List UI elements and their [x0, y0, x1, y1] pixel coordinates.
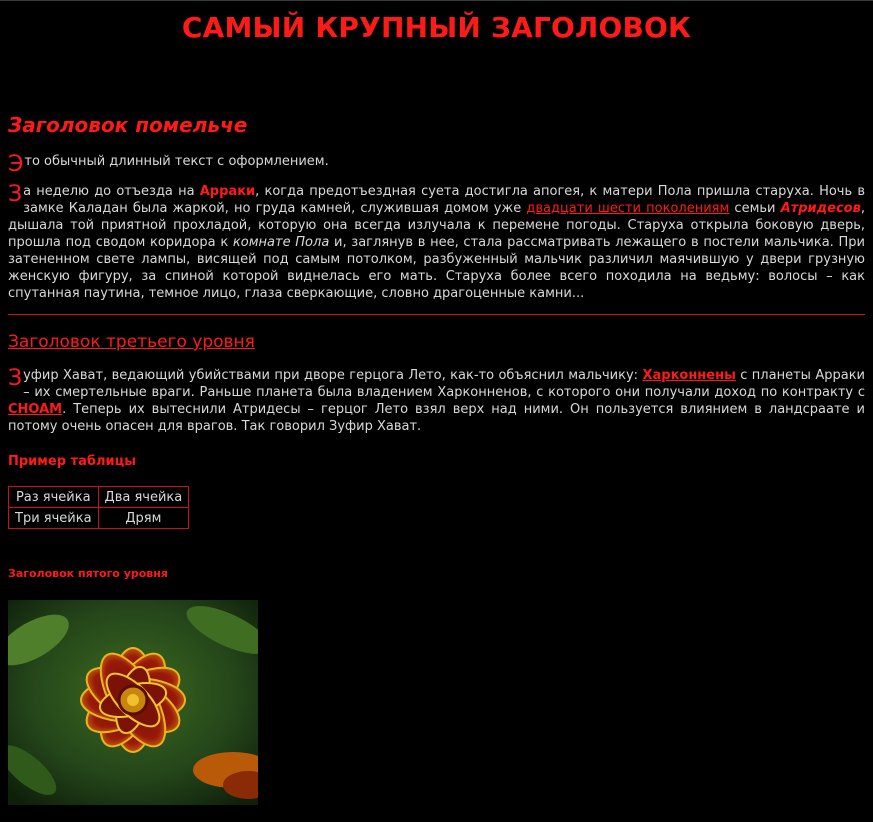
heading-level-5: Заголовок пятого уровня	[8, 567, 168, 580]
heading-level-2: Заголовок помельче	[8, 113, 248, 137]
table-cell: Два ячейка	[97, 486, 190, 508]
marigold-flower-icon	[8, 600, 258, 805]
text: семьи	[729, 201, 781, 216]
table-cell: Дрям	[97, 507, 190, 529]
table-cell: Три ячейка	[8, 507, 99, 529]
intro-text: то обычный длинный текст с оформлением.	[24, 154, 329, 169]
drop-cap: З	[8, 182, 23, 207]
text: уфир Хават, ведающий убийствами при двор…	[23, 368, 643, 383]
flower-image	[8, 600, 258, 805]
heading-level-3: Заголовок третьего уровня	[8, 332, 255, 352]
text: . Теперь их вытеснили Атридесы – герцог …	[8, 402, 865, 434]
page-title: САМЫЙ КРУПНЫЙ ЗАГОЛОВОК	[181, 11, 692, 44]
drop-cap: З	[8, 366, 23, 391]
choam-link[interactable]: CHOAM	[8, 402, 62, 417]
heading-level-4: Пример таблицы	[8, 454, 136, 469]
atreides-highlight: Атридесов	[780, 201, 861, 216]
divider	[8, 314, 865, 315]
table-cell: Раз ячейка	[8, 486, 99, 508]
harkonnen-link[interactable]: Харконнены	[642, 368, 735, 383]
example-table: Раз ячейка Два ячейка Три ячейка Дрям	[8, 486, 190, 529]
generations-link[interactable]: двадцати шести поколениям	[526, 201, 729, 216]
story-paragraph-2: Зуфир Хават, ведающий убийствами при дво…	[8, 367, 865, 435]
drop-cap: Э	[8, 152, 24, 177]
room-italic: комнате Пола	[232, 235, 330, 250]
intro-paragraph: Это обычный длинный текст с оформлением.	[8, 152, 865, 177]
story-paragraph-1: За неделю до отъезда на Арраки, когда пр…	[8, 183, 865, 302]
text: а неделю до отъезда на	[23, 184, 200, 199]
table-row: Три ячейка Дрям	[8, 507, 190, 529]
table-row: Раз ячейка Два ячейка	[8, 486, 190, 508]
arrakis-highlight: Арраки	[199, 184, 256, 199]
